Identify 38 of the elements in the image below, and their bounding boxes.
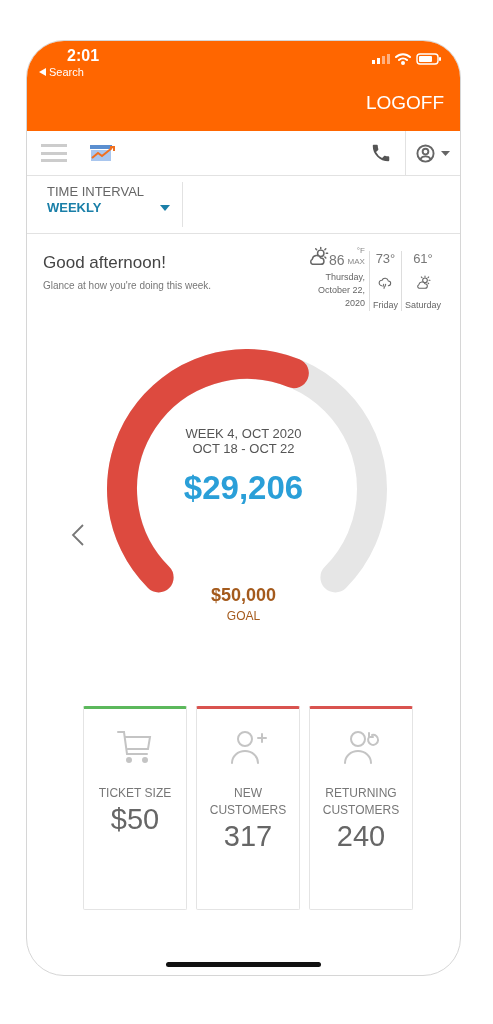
gauge-period: WEEK 4, OCT 2020 bbox=[185, 426, 302, 441]
metric-label: TICKET SIZE bbox=[97, 785, 173, 802]
metric-value: 317 bbox=[223, 819, 273, 853]
goal-label: GOAL bbox=[226, 608, 261, 624]
forecast-day: Friday bbox=[372, 299, 398, 311]
metric-label: NEW CUSTOMERS bbox=[208, 785, 288, 819]
wifi-icon bbox=[395, 53, 411, 65]
sales-amount: $29,206 bbox=[183, 468, 304, 508]
partly-sunny-icon bbox=[415, 275, 431, 291]
today-temperature: 86 bbox=[329, 251, 345, 270]
forecast-temperature: 61° bbox=[413, 251, 433, 267]
gauge-date-range: OCT 18 - OCT 22 bbox=[192, 441, 295, 456]
store-chart-logo-icon bbox=[89, 144, 117, 162]
partly-sunny-icon bbox=[307, 246, 330, 268]
metric-label: RETURNING CUSTOMERS bbox=[321, 785, 401, 819]
back-arrow-icon[interactable] bbox=[39, 68, 46, 77]
metric-value: 240 bbox=[336, 819, 386, 853]
signal-icon bbox=[372, 54, 390, 64]
phone-icon[interactable] bbox=[370, 142, 392, 164]
battery-icon bbox=[416, 53, 442, 65]
metric-value: $50 bbox=[110, 802, 160, 836]
greeting-subtitle: Glance at how you're doing this week. bbox=[43, 279, 212, 293]
chevron-left-icon[interactable] bbox=[71, 524, 85, 546]
goal-amount: $50,000 bbox=[210, 584, 277, 606]
greeting-title: Good afternoon! bbox=[43, 252, 167, 274]
max-label: MAX bbox=[347, 257, 365, 266]
logoff-button[interactable]: LOGOFF bbox=[365, 88, 448, 117]
rain-cloud-icon bbox=[377, 275, 394, 291]
back-link[interactable]: Search bbox=[49, 64, 84, 81]
caret-icon bbox=[160, 205, 170, 211]
user-icon bbox=[416, 143, 435, 163]
today-date: Thursday, October 22, 2020 bbox=[316, 271, 365, 310]
caret-icon bbox=[441, 150, 450, 156]
time-interval-dropdown[interactable]: TIME INTERVAL WEEKLY bbox=[27, 182, 183, 227]
forecast-temperature: 73° bbox=[375, 251, 396, 267]
status-time: 2:01 bbox=[67, 47, 100, 65]
forecast-day: Saturday bbox=[404, 299, 441, 311]
temperature-unit: °F bbox=[356, 246, 365, 255]
